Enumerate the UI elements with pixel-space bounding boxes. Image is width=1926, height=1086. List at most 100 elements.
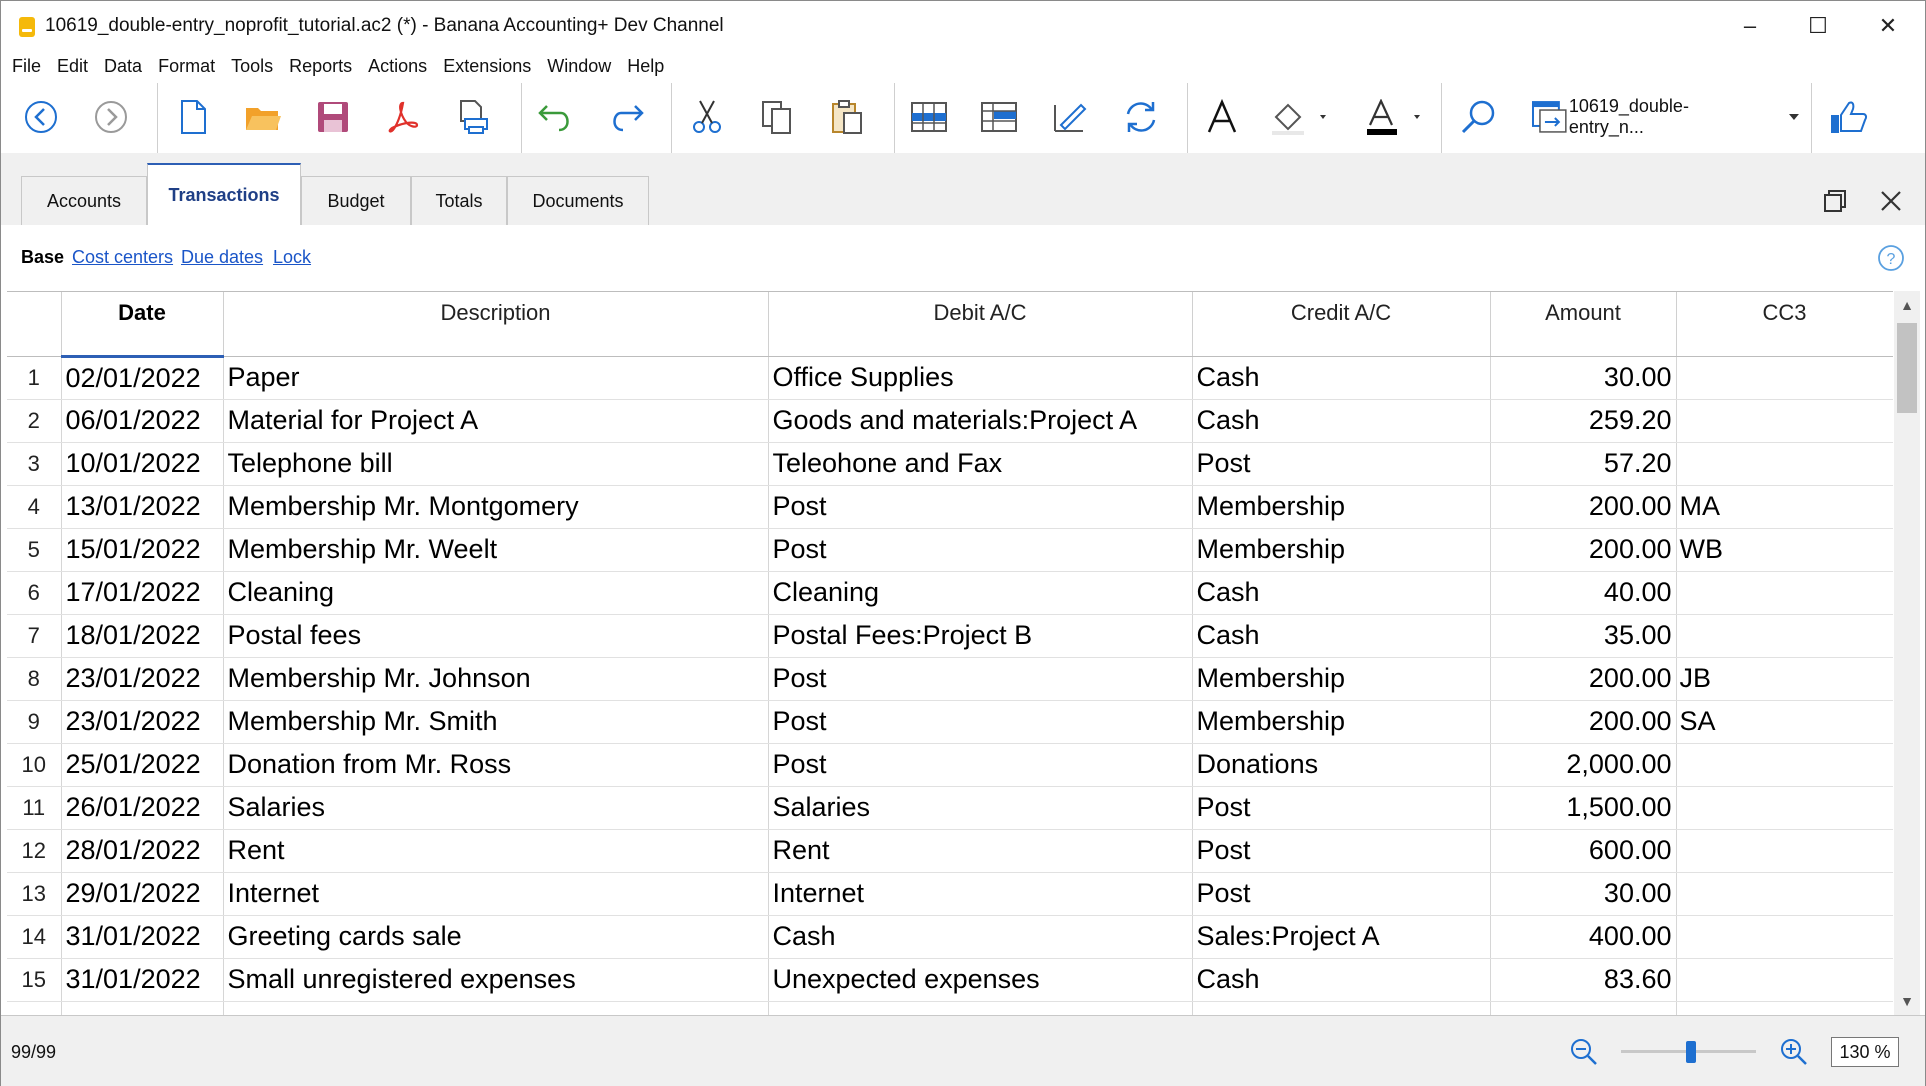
cell-description[interactable]: Membership Mr. Montgomery [223,485,769,529]
tab-budget[interactable]: Budget [301,176,411,225]
cell-amount[interactable]: 57.20 [1490,442,1677,486]
table-row[interactable]: 7 18/01/2022 Postal fees Postal Fees:Projec… [7,614,1893,658]
cell-credit-account[interactable]: Sales:Project A [1192,915,1491,959]
table-row[interactable]: 12 28/01/2022 Rent Rent Post 600.00 [7,829,1893,873]
cell-credit-account[interactable]: Membership [1192,485,1491,529]
restore-view-icon[interactable] [1821,187,1849,215]
view-link-lock[interactable]: Lock [273,247,311,268]
view-base[interactable]: Base [21,247,64,268]
menu-window[interactable]: Window [547,56,611,77]
cell-debit-account[interactable]: Salaries [768,786,1193,830]
recheck-icon[interactable] [1119,95,1163,139]
row-number[interactable]: 9 [7,700,62,744]
tab-documents[interactable]: Documents [507,176,649,225]
cell-description[interactable]: Membership Mr. Weelt [223,528,769,572]
cell-amount[interactable]: 400.00 [1490,915,1677,959]
cell-credit-account[interactable]: Post [1192,872,1491,916]
cell-date[interactable]: 23/01/2022 [61,700,224,744]
column-header-debit[interactable]: Debit A/C [768,292,1193,357]
menu-reports[interactable]: Reports [289,56,352,77]
save-icon[interactable] [311,95,355,139]
cell-cc3[interactable] [1676,915,1893,959]
insert-rows-icon[interactable] [907,95,951,139]
close-window-button[interactable]: ✕ [1853,1,1923,51]
cell-date[interactable]: 25/01/2022 [61,743,224,787]
table-row[interactable]: 8 23/01/2022 Membership Mr. Johnson Post Mem… [7,657,1893,701]
cell-amount[interactable]: 30.00 [1490,872,1677,916]
scroll-down-icon[interactable]: ▼ [1894,991,1920,1011]
row-number[interactable]: 11 [7,786,62,830]
cell-amount[interactable]: 200.00 [1490,700,1677,744]
cell-date[interactable]: 10/01/2022 [61,442,224,486]
cell-cc3[interactable] [1676,356,1893,400]
cell-date[interactable]: 02/01/2022 [61,356,224,400]
paste-icon[interactable] [825,95,869,139]
row-number[interactable]: 3 [7,442,62,486]
column-header-description[interactable]: Description [223,292,769,357]
scrollbar-thumb[interactable] [1897,323,1917,413]
add-rows-icon[interactable] [977,95,1021,139]
vertical-scrollbar[interactable]: ▲ ▼ [1894,291,1920,1015]
cell-credit-account[interactable]: Post [1192,786,1491,830]
cell-credit-account[interactable]: Post [1192,442,1491,486]
cell-description[interactable]: Telephone bill [223,442,769,486]
cell-amount[interactable]: 35.00 [1490,614,1677,658]
cell-debit-account[interactable]: Post [768,485,1193,529]
cell-date[interactable]: 13/01/2022 [61,485,224,529]
table-row[interactable]: 5 15/01/2022 Membership Mr. Weelt Post Membe… [7,528,1893,572]
tab-accounts[interactable]: Accounts [21,176,147,225]
cell-cc3[interactable] [1676,442,1893,486]
cell-debit-account[interactable]: Post [768,700,1193,744]
row-number[interactable]: 1 [7,356,62,400]
cell-debit-account[interactable]: Cash [768,915,1193,959]
pdf-icon[interactable] [381,95,425,139]
cell-cc3[interactable] [1676,571,1893,615]
fill-color-icon[interactable] [1269,95,1333,139]
cell-credit-account[interactable]: Membership [1192,528,1491,572]
cell-debit-account[interactable]: Post [768,743,1193,787]
row-number[interactable]: 8 [7,657,62,701]
font-icon[interactable] [1200,95,1244,139]
column-header-cc3[interactable]: CC3 [1676,292,1893,357]
row-number[interactable]: 6 [7,571,62,615]
cell-amount[interactable]: 83.60 [1490,958,1677,1002]
row-number[interactable]: 4 [7,485,62,529]
zoom-out-icon[interactable] [1569,1037,1599,1067]
menu-tools[interactable]: Tools [231,56,273,77]
back-icon[interactable] [19,95,63,139]
row-number[interactable]: 2 [7,399,62,443]
cell-description[interactable]: Membership Mr. Smith [223,700,769,744]
empty-cell[interactable] [768,1001,1193,1015]
menu-file[interactable]: File [12,56,41,77]
file-selector-dropdown[interactable]: 10619_double-entry_n... [1531,95,1801,139]
row-number[interactable]: 13 [7,872,62,916]
undo-icon[interactable] [534,95,578,139]
cell-description[interactable]: Membership Mr. Johnson [223,657,769,701]
cell-description[interactable]: Rent [223,829,769,873]
column-header-date[interactable]: Date [61,292,224,358]
copy-icon[interactable] [755,95,799,139]
row-number[interactable]: 12 [7,829,62,873]
cell-amount[interactable]: 200.00 [1490,528,1677,572]
cell-credit-account[interactable]: Membership [1192,700,1491,744]
cell-amount[interactable]: 2,000.00 [1490,743,1677,787]
cell-amount[interactable]: 30.00 [1490,356,1677,400]
table-row[interactable]: 3 10/01/2022 Telephone bill Teleohone and F… [7,442,1893,486]
cell-date[interactable]: 31/01/2022 [61,958,224,1002]
table-row[interactable]: 4 13/01/2022 Membership Mr. Montgomery Post… [7,485,1893,529]
table-row[interactable]: 6 17/01/2022 Cleaning Cleaning Cash 40.00 [7,571,1893,615]
cell-amount[interactable]: 259.20 [1490,399,1677,443]
cell-date[interactable]: 06/01/2022 [61,399,224,443]
cell-description[interactable]: Greeting cards sale [223,915,769,959]
cell-credit-account[interactable]: Post [1192,829,1491,873]
empty-cell[interactable] [61,1001,224,1015]
menu-extensions[interactable]: Extensions [443,56,531,77]
cell-description[interactable]: Cleaning [223,571,769,615]
cell-amount[interactable]: 200.00 [1490,485,1677,529]
cell-description[interactable]: Salaries [223,786,769,830]
row-number[interactable]: 7 [7,614,62,658]
cell-cc3[interactable] [1676,399,1893,443]
cell-cc3[interactable] [1676,743,1893,787]
view-link-cost-centers[interactable]: Cost centers [72,247,173,268]
cell-credit-account[interactable]: Membership [1192,657,1491,701]
